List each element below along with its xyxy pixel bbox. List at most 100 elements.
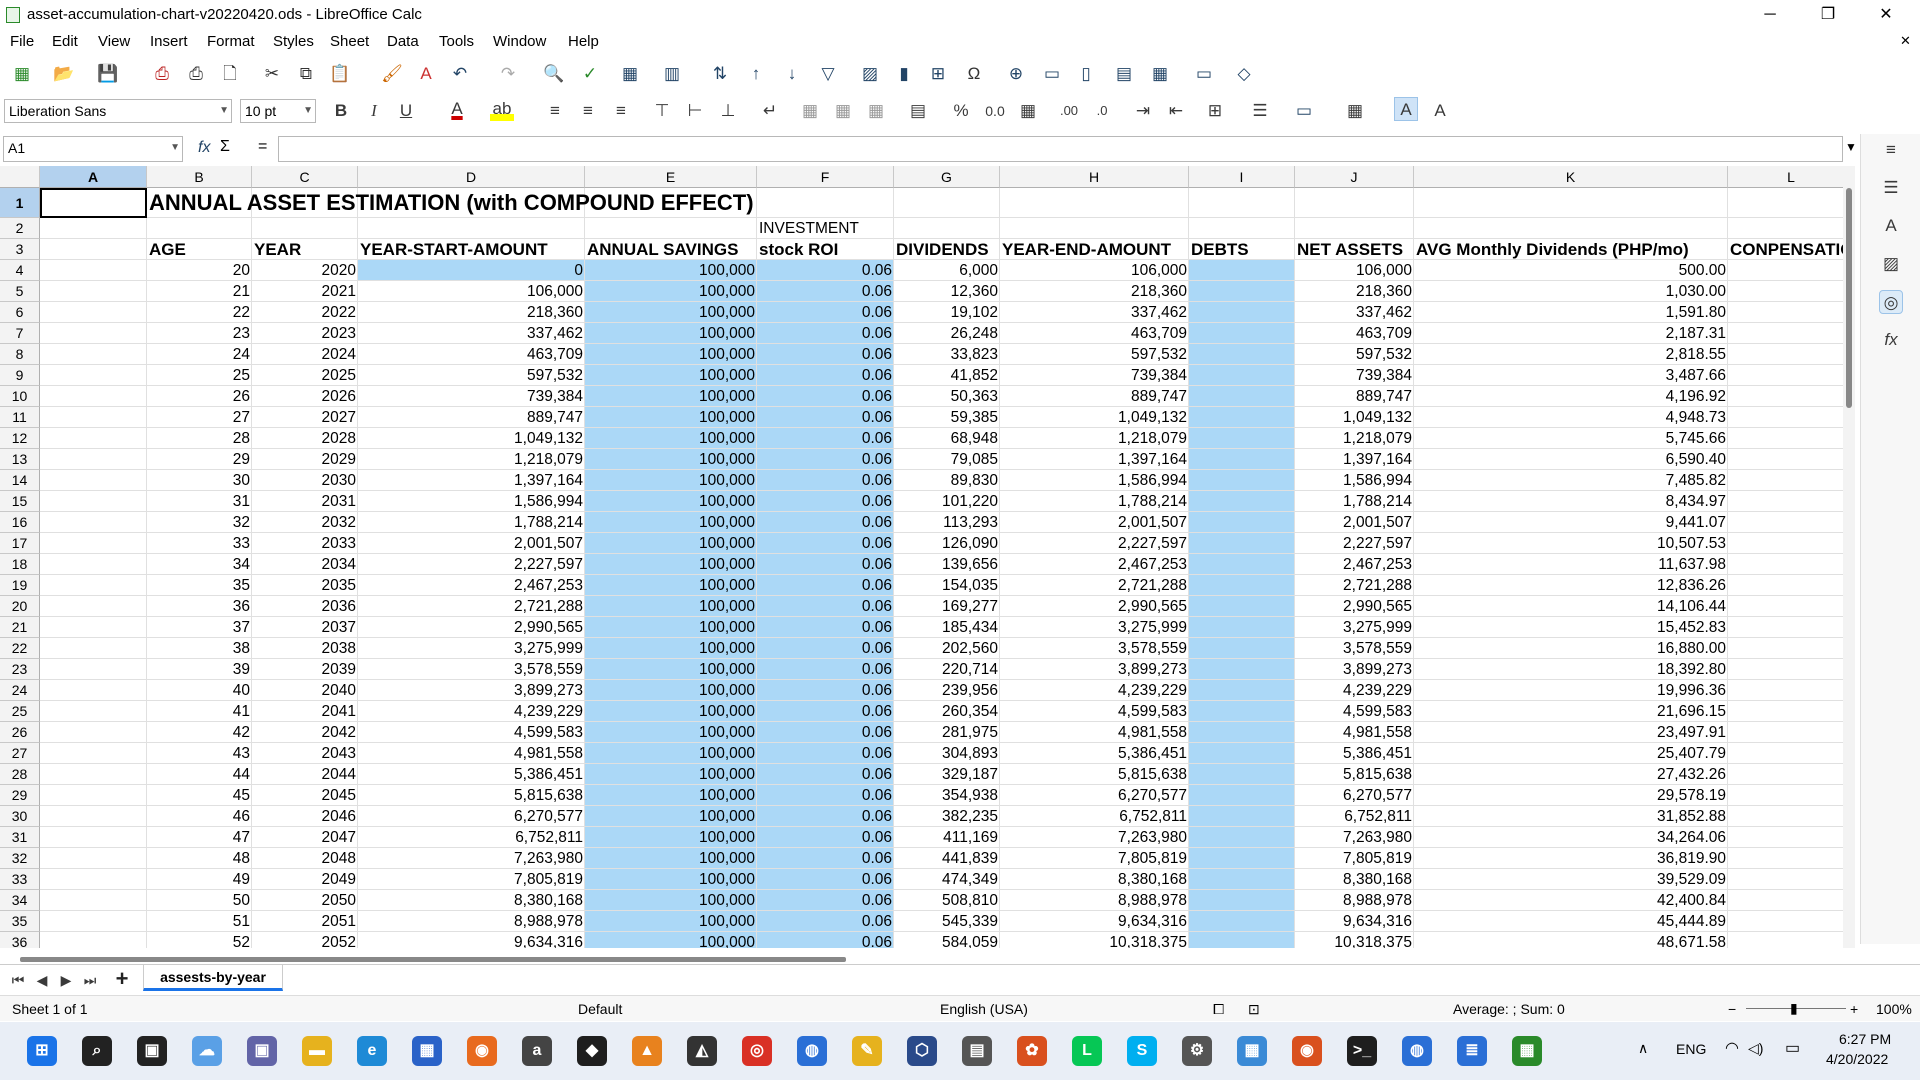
menu-edit[interactable]: Edit	[52, 33, 78, 50]
paste-icon[interactable]: 📋	[328, 62, 352, 86]
data-cell[interactable]: 25	[147, 365, 252, 386]
data-cell[interactable]: 1,397,164	[1000, 449, 1189, 470]
menu-format[interactable]: Format	[207, 33, 255, 50]
autofilter-icon[interactable]: ▽	[816, 62, 840, 86]
row-header[interactable]: 13	[0, 449, 40, 470]
data-cell[interactable]: 463,709	[1295, 323, 1414, 344]
data-cell[interactable]: 220,714	[894, 659, 1000, 680]
data-cell[interactable]: 100,000	[585, 386, 757, 407]
data-cell[interactable]	[1189, 449, 1295, 470]
merge-center-icon[interactable]: ▦	[798, 99, 822, 123]
row-header[interactable]: 5	[0, 281, 40, 302]
data-cell[interactable]: 100,000	[585, 617, 757, 638]
insert-mode-icon[interactable]: ⧠	[1213, 1001, 1224, 1018]
data-cell[interactable]: 8,434.97	[1414, 491, 1728, 512]
navigator-icon[interactable]: ◎	[1879, 290, 1903, 314]
gallery-icon[interactable]: ▨	[1879, 252, 1903, 276]
data-cell[interactable]: 6,752,811	[1295, 806, 1414, 827]
data-cell[interactable]: 21	[147, 281, 252, 302]
sort-ascending-icon[interactable]: ↑	[744, 62, 768, 86]
data-cell[interactable]: 260,354	[894, 701, 1000, 722]
data-cell[interactable]: 45,444.89	[1414, 911, 1728, 932]
data-cell[interactable]: 0.06	[757, 428, 894, 449]
data-cell[interactable]: 6,270,577	[358, 806, 585, 827]
data-cell[interactable]: 37	[147, 617, 252, 638]
data-cell[interactable]: 889,747	[358, 407, 585, 428]
data-cell[interactable]	[1189, 869, 1295, 890]
data-cell[interactable]: 2038	[252, 638, 358, 659]
data-cell[interactable]: 68,948	[894, 428, 1000, 449]
data-cell[interactable]: 16,880.00	[1414, 638, 1728, 659]
data-cell[interactable]: 51	[147, 911, 252, 932]
data-cell[interactable]: 3,487.66	[1414, 365, 1728, 386]
data-cell[interactable]: 474,349	[894, 869, 1000, 890]
data-cell[interactable]: 2,467,253	[1295, 554, 1414, 575]
data-cell[interactable]: 101,220	[894, 491, 1000, 512]
formula-button[interactable]: =	[258, 138, 267, 156]
data-cell[interactable]: 0.06	[757, 827, 894, 848]
column-header-k[interactable]: K	[1414, 166, 1728, 188]
data-cell[interactable]: 40	[147, 680, 252, 701]
data-cell[interactable]: 5,745.66	[1414, 428, 1728, 449]
data-cell[interactable]: 0.06	[757, 680, 894, 701]
undo-icon[interactable]: ↶	[448, 62, 472, 86]
data-cell[interactable]: 15,452.83	[1414, 617, 1728, 638]
data-cell[interactable]: 42	[147, 722, 252, 743]
row-header[interactable]: 34	[0, 890, 40, 911]
libreoffice-calc-icon[interactable]: ▦	[1512, 1036, 1542, 1066]
data-cell[interactable]	[1189, 638, 1295, 659]
menu-data[interactable]: Data	[387, 33, 419, 50]
onedrive-icon[interactable]: ☁	[192, 1036, 222, 1066]
currency-icon[interactable]: ▤	[906, 99, 930, 123]
data-cell[interactable]: 2026	[252, 386, 358, 407]
print-preview-icon[interactable]: 🗋	[218, 62, 242, 86]
data-cell[interactable]: 1,049,132	[358, 428, 585, 449]
next-sheet-icon[interactable]: ▶	[54, 968, 78, 992]
data-cell[interactable]: 2047	[252, 827, 358, 848]
data-cell[interactable]: 33	[147, 533, 252, 554]
data-cell[interactable]: 89,830	[894, 470, 1000, 491]
data-cell[interactable]: 218,360	[1295, 281, 1414, 302]
data-cell[interactable]	[1189, 806, 1295, 827]
menu-help[interactable]: Help	[568, 33, 599, 50]
data-cell[interactable]: 10,318,375	[1295, 932, 1414, 948]
data-cell[interactable]: 354,938	[894, 785, 1000, 806]
data-cell[interactable]: 100,000	[585, 260, 757, 281]
data-cell[interactable]: 1,397,164	[358, 470, 585, 491]
data-cell[interactable]: 2040	[252, 680, 358, 701]
data-cell[interactable]: 2,721,288	[358, 596, 585, 617]
styles-icon[interactable]: A	[1879, 214, 1903, 238]
data-cell[interactable]: 6,000	[894, 260, 1000, 281]
data-cell[interactable]: 30	[147, 470, 252, 491]
data-cell[interactable]: 0.06	[757, 596, 894, 617]
column-icon[interactable]: ▥	[660, 62, 684, 86]
data-cell[interactable]: 100,000	[585, 323, 757, 344]
data-cell[interactable]: 36,819.90	[1414, 848, 1728, 869]
data-cell[interactable]: 100,000	[585, 785, 757, 806]
app-pen-icon[interactable]: ✎	[852, 1036, 882, 1066]
row-header[interactable]: 16	[0, 512, 40, 533]
app-blue-icon[interactable]: ◍	[797, 1036, 827, 1066]
data-cell[interactable]: 22	[147, 302, 252, 323]
row-header[interactable]: 2	[0, 218, 40, 239]
data-cell[interactable]: 1,397,164	[1295, 449, 1414, 470]
data-cell[interactable]: 106,000	[358, 281, 585, 302]
align-left-icon[interactable]: ≡	[543, 99, 567, 123]
data-cell[interactable]: 0.06	[757, 491, 894, 512]
bold-button[interactable]: B	[329, 99, 353, 123]
data-cell[interactable]: 100,000	[585, 890, 757, 911]
row-header[interactable]: 11	[0, 407, 40, 428]
vertical-scrollbar-thumb[interactable]	[1846, 188, 1852, 408]
line-icon[interactable]: L	[1072, 1036, 1102, 1066]
data-cell[interactable]: 8,380,168	[1000, 869, 1189, 890]
font-name-combo[interactable]: Liberation Sans ▼	[4, 99, 232, 123]
data-cell[interactable]	[1189, 407, 1295, 428]
data-cell[interactable]	[1189, 323, 1295, 344]
data-cell[interactable]: 0.06	[757, 932, 894, 948]
italic-button[interactable]: I	[362, 99, 386, 123]
font-color-button[interactable]: A	[445, 97, 469, 121]
data-cell[interactable]: 889,747	[1295, 386, 1414, 407]
data-cell[interactable]: 100,000	[585, 911, 757, 932]
data-cell[interactable]: 2051	[252, 911, 358, 932]
data-cell[interactable]: 100,000	[585, 344, 757, 365]
